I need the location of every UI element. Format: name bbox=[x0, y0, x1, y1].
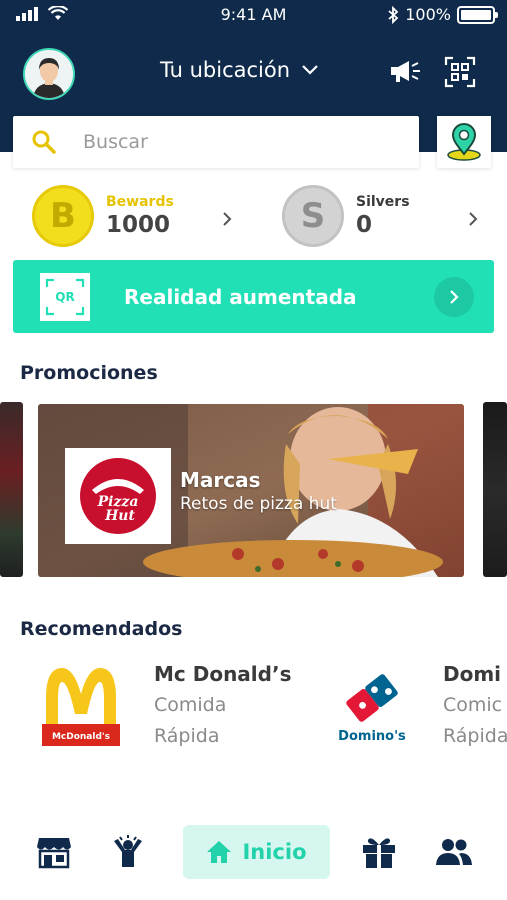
store-icon bbox=[37, 838, 71, 869]
megaphone-icon bbox=[391, 61, 420, 82]
mcdonalds-logo-icon: McDonald's bbox=[42, 668, 120, 746]
mcdonalds-logo-text: McDonald's bbox=[52, 732, 110, 742]
qr-frame-icon: QR bbox=[40, 273, 90, 321]
mcdonalds-logo[interactable]: McDonald's bbox=[40, 664, 122, 748]
nav-store[interactable] bbox=[34, 832, 74, 872]
silvers-chevron-icon[interactable] bbox=[468, 208, 478, 232]
chevron-down-icon bbox=[302, 65, 318, 75]
dominos-logo-text: Domino's bbox=[338, 729, 406, 744]
bewards-value: 1000 bbox=[106, 212, 171, 238]
bewards-label: Bewards bbox=[106, 194, 174, 210]
nav-challenges[interactable] bbox=[108, 832, 148, 872]
map-button[interactable] bbox=[437, 116, 491, 168]
battery-icon bbox=[457, 5, 498, 24]
dominos-category-line1: Comic bbox=[443, 694, 503, 716]
ar-arrow-icon[interactable] bbox=[434, 277, 474, 317]
bewards-balance[interactable]: B Bewards 1000 bbox=[32, 184, 174, 248]
dominos-name: Domi bbox=[443, 662, 502, 686]
pizza-hut-logo: Pizza Hut bbox=[65, 448, 171, 544]
battery-group: 100% bbox=[387, 5, 498, 24]
silvers-balance[interactable]: S Silvers 0 bbox=[282, 184, 410, 248]
recommended-item-mcdonalds[interactable]: Mc Donald’s Comida Rápida bbox=[154, 662, 291, 752]
promo-card-previous[interactable] bbox=[0, 402, 23, 577]
search-input[interactable] bbox=[83, 131, 383, 153]
mcdonalds-name: Mc Donald’s bbox=[154, 662, 292, 686]
map-pin-icon bbox=[447, 123, 481, 161]
users-icon bbox=[436, 839, 472, 865]
search-icon bbox=[32, 130, 56, 154]
promo-card-next[interactable] bbox=[483, 402, 507, 577]
nav-home[interactable]: Inicio bbox=[183, 825, 330, 879]
battery-percent: 100% bbox=[405, 5, 451, 24]
qr-scan-button[interactable] bbox=[444, 56, 478, 88]
user-avatar[interactable] bbox=[23, 48, 75, 100]
qr-scan-icon bbox=[444, 56, 476, 88]
recommended-item-dominos[interactable]: Domi Comic Rápida bbox=[443, 662, 507, 752]
nav-friends[interactable] bbox=[434, 832, 474, 872]
dominos-category-line2: Rápida bbox=[443, 725, 507, 747]
promo-subtitle: Retos de pizza hut bbox=[180, 494, 337, 514]
promo-card-pizza-hut[interactable]: Pizza Hut Marcas Retos de pizza hut bbox=[38, 404, 464, 577]
nav-gifts[interactable] bbox=[359, 832, 399, 872]
gift-icon bbox=[363, 838, 395, 868]
pizza-hut-logo-line2: Hut bbox=[104, 508, 135, 524]
nav-home-label: Inicio bbox=[242, 840, 307, 864]
silvers-coin-icon: S bbox=[282, 185, 344, 247]
promo-title: Marcas bbox=[180, 468, 261, 492]
dominos-logo-icon: Domino's bbox=[338, 674, 406, 744]
status-bar: 9:41 AM 100% bbox=[0, 0, 507, 30]
mcdonalds-category-line1: Comida bbox=[154, 694, 227, 716]
bewards-chevron-icon[interactable] bbox=[222, 208, 232, 232]
location-label: Tu ubicación bbox=[160, 58, 291, 82]
mcdonalds-category-line2: Rápida bbox=[154, 725, 220, 747]
location-selector[interactable]: Tu ubicación bbox=[160, 58, 318, 82]
recommended-title: Recomendados bbox=[20, 618, 183, 640]
silvers-label: Silvers bbox=[356, 194, 410, 210]
bluetooth-icon bbox=[388, 5, 399, 24]
silvers-value: 0 bbox=[356, 212, 373, 238]
avatar-icon bbox=[25, 50, 73, 98]
promotions-title: Promociones bbox=[20, 362, 158, 384]
augmented-reality-banner[interactable]: QR Realidad aumentada bbox=[13, 260, 494, 333]
home-icon bbox=[207, 841, 232, 863]
qr-label: QR bbox=[55, 290, 75, 304]
search-bar[interactable] bbox=[13, 116, 419, 168]
celebrate-person-icon bbox=[114, 835, 142, 867]
ar-title: Realidad aumentada bbox=[124, 285, 357, 309]
pizza-hut-logo-icon: Pizza Hut bbox=[80, 458, 156, 534]
megaphone-button[interactable] bbox=[388, 56, 422, 88]
dominos-logo[interactable]: Domino's bbox=[333, 668, 411, 746]
bewards-coin-icon: B bbox=[32, 185, 94, 247]
